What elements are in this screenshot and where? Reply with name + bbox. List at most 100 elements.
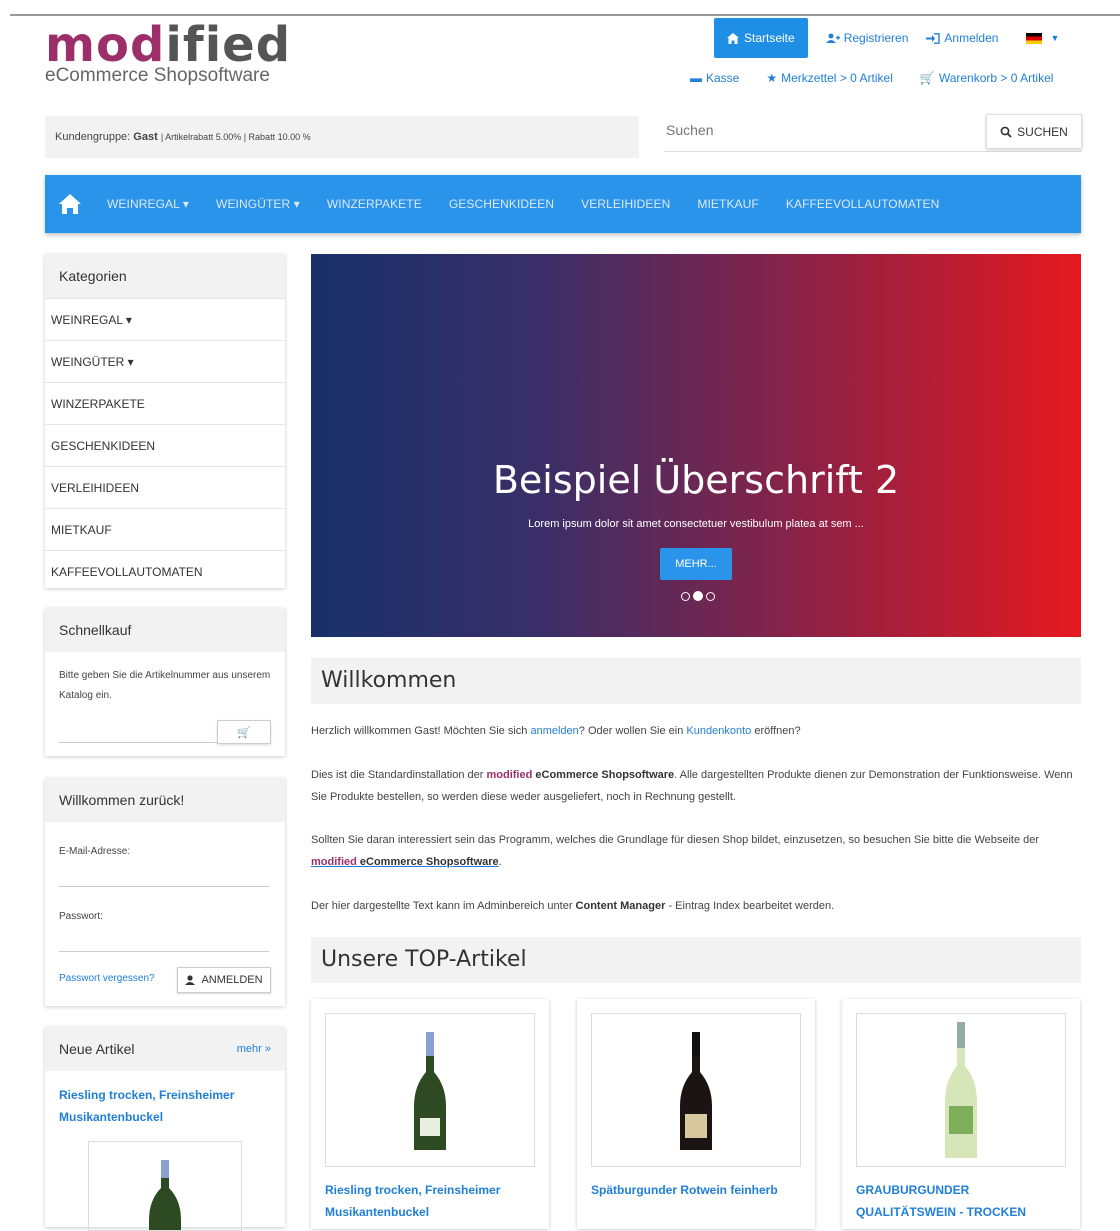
category-item-winzerpakete[interactable]: WINZERPAKETE (45, 382, 285, 424)
home-button[interactable]: Startseite (714, 18, 808, 58)
category-item-verleihideen[interactable]: VERLEIHIDEEN (45, 466, 285, 508)
wishlist-label: Merkzettel (781, 71, 837, 85)
login-box-title: Willkommen zurück! (45, 778, 285, 822)
cart-icon: 🛒 (237, 726, 251, 739)
language-flag-icon[interactable] (1026, 32, 1043, 44)
language-caret-icon[interactable]: ▼ (1050, 33, 1059, 43)
slide-heading: Beispiel Überschrift 2 (492, 458, 900, 502)
account-subnav: ▬ Kasse ★ Merkzettel > 0 Artikel 🛒 Warenkor… (690, 71, 1053, 85)
category-item-geschenkideen[interactable]: GESCHENKIDEEN (45, 424, 285, 466)
wine-bottle-icon (414, 1032, 446, 1150)
text: Der hier dargestellte Text kann im Admin… (311, 900, 576, 912)
product-image[interactable] (591, 1013, 801, 1167)
nav-item-kaffeevollautomaten[interactable]: KAFFEEVOLLAUTOMATEN (786, 197, 940, 211)
product-title[interactable]: Riesling trocken, Freinsheimer Musikante… (325, 1179, 535, 1223)
star-icon: ★ (766, 71, 778, 85)
nav-item-winzerpakete[interactable]: WINZERPAKETE (327, 197, 422, 211)
brand-text: eCommerce Shopsoftware (532, 769, 675, 781)
nav-item-weingueter[interactable]: WEINGÜTER ▾ (216, 197, 300, 211)
home-label: Startseite (744, 31, 795, 45)
checkout-label: Kasse (706, 71, 740, 85)
top-divider (10, 14, 1120, 16)
checkout-link[interactable]: ▬ Kasse (690, 71, 739, 85)
nav-item-mietkauf[interactable]: MIETKAUF (697, 197, 758, 211)
new-article-title[interactable]: Riesling trocken, Freinsheimer Musikante… (45, 1071, 285, 1141)
categories-title: Kategorien (45, 254, 285, 298)
login-box: Willkommen zurück! E-Mail-Adresse: Passw… (45, 778, 285, 1006)
login-inline-link[interactable]: anmelden (530, 725, 578, 737)
new-articles-box: Neue Artikel mehr » Riesling trocken, Fr… (45, 1027, 285, 1231)
nav-label: WEINREGAL (107, 197, 180, 211)
register-link[interactable]: Registrieren (825, 31, 909, 45)
slider-dot-active[interactable] (693, 591, 703, 601)
search-button[interactable]: SUCHEN (986, 114, 1082, 149)
logo[interactable]: modified eCommerce Shopsoftware (45, 21, 291, 86)
search-button-label: SUCHEN (1017, 124, 1068, 139)
product-card[interactable]: Spätburgunder Rotwein feinherb (577, 999, 815, 1229)
search-icon (1000, 126, 1012, 138)
wine-bottle-icon (680, 1032, 712, 1150)
text: - Eintrag Index bearbeitet werden. (665, 900, 835, 912)
welcome-paragraph-3: Sollten Sie daran interessiert sein das … (311, 829, 1081, 873)
email-label: E-Mail-Adresse: (59, 846, 131, 857)
create-account-link[interactable]: Kundenkonto (686, 725, 751, 737)
wishlist-count: > 0 Artikel (839, 71, 893, 85)
category-item-kaffeevollautomaten[interactable]: KAFFEEVOLLAUTOMATEN (45, 550, 285, 592)
category-item-weingueter[interactable]: WEINGÜTER ▾ (45, 340, 285, 382)
welcome-paragraph-2: Dies ist die Standardinstallation der mo… (311, 764, 1081, 808)
nav-item-weinregal[interactable]: WEINREGAL ▾ (107, 197, 189, 211)
nav-label: WEINGÜTER (216, 197, 291, 211)
category-item-mietkauf[interactable]: MIETKAUF (45, 508, 285, 550)
wishlist-link[interactable]: ★ Merkzettel > 0 Artikel (766, 71, 893, 85)
product-card[interactable]: GRAUBURGUNDER QUALITÄTSWEIN - TROCKEN (842, 999, 1080, 1229)
text: Herzlich willkommen Gast! Möchten Sie si… (311, 725, 531, 737)
register-label: Registrieren (843, 31, 909, 45)
checkout-icon: ▬ (690, 71, 702, 85)
slider-dot[interactable] (681, 592, 690, 601)
home-icon[interactable] (59, 193, 81, 215)
product-title[interactable]: Spätburgunder Rotwein feinherb (591, 1179, 801, 1201)
login-button[interactable]: ANMELDEN (177, 967, 271, 993)
hero-slider[interactable]: Beispiel Überschrift 2 Lorem ipsum dolor… (311, 254, 1081, 637)
slide-text: Lorem ipsum dolor sit amet consectetuer … (528, 518, 864, 530)
password-label: Passwort: (59, 911, 103, 922)
search-bar: SUCHEN (664, 114, 1082, 152)
cart-label: Warenkorb (938, 71, 998, 85)
user-icon (185, 975, 196, 985)
product-image[interactable] (325, 1013, 535, 1167)
product-image[interactable] (856, 1013, 1066, 1167)
product-card[interactable]: Riesling trocken, Freinsheimer Musikante… (311, 999, 549, 1229)
modified-website-link[interactable]: modified eCommerce Shopsoftware (311, 856, 499, 868)
new-article-image[interactable] (88, 1141, 242, 1231)
quickbuy-cart-button[interactable]: 🛒 (217, 720, 271, 744)
sign-in-icon (926, 32, 941, 44)
login-button-label: ANMELDEN (201, 974, 263, 986)
text: ? Oder wollen Sie ein (578, 725, 687, 737)
categories-box: Kategorien WEINREGAL ▾ WEINGÜTER ▾ WINZE… (45, 254, 285, 588)
search-input[interactable] (666, 122, 966, 138)
customer-group-details: | Artikelrabatt 5.00% | Rabatt 10.00 % (160, 132, 311, 142)
customer-group-value: Gast (133, 131, 158, 143)
top-navigation: Startseite Registrieren Anmelden ▼ (714, 18, 1059, 58)
quickbuy-text: Bitte geben Sie die Artikelnummer aus un… (59, 670, 271, 701)
nav-item-verleihideen[interactable]: VERLEIHIDEEN (581, 197, 670, 211)
login-link[interactable]: Anmelden (926, 31, 998, 45)
product-title[interactable]: GRAUBURGUNDER QUALITÄTSWEIN - TROCKEN (856, 1179, 1066, 1223)
main-navigation: WEINREGAL ▾ WEINGÜTER ▾ WINZERPAKETE GES… (45, 175, 1081, 233)
category-label: WEINGÜTER (51, 355, 125, 369)
password-field[interactable] (59, 951, 269, 952)
slide-more-button[interactable]: MEHR... (660, 548, 732, 580)
quickbuy-input[interactable] (59, 742, 217, 743)
nav-item-geschenkideen[interactable]: GESCHENKIDEEN (449, 197, 554, 211)
category-item-weinregal[interactable]: WEINREGAL ▾ (45, 298, 285, 340)
brand-text: modified (486, 769, 533, 781)
new-articles-more-link[interactable]: mehr » (237, 1043, 271, 1055)
top-articles-heading: Unsere TOP-Artikel (311, 937, 1081, 983)
category-label: WEINREGAL (51, 313, 123, 327)
customer-group-label: Kundengruppe: (55, 131, 131, 143)
cart-link[interactable]: 🛒 Warenkorb > 0 Artikel (920, 71, 1054, 85)
logo-subtitle: eCommerce Shopsoftware (45, 65, 270, 86)
slider-dot[interactable] (706, 592, 715, 601)
forgot-password-link[interactable]: Passwort vergessen? (59, 973, 155, 984)
home-icon (727, 32, 739, 44)
